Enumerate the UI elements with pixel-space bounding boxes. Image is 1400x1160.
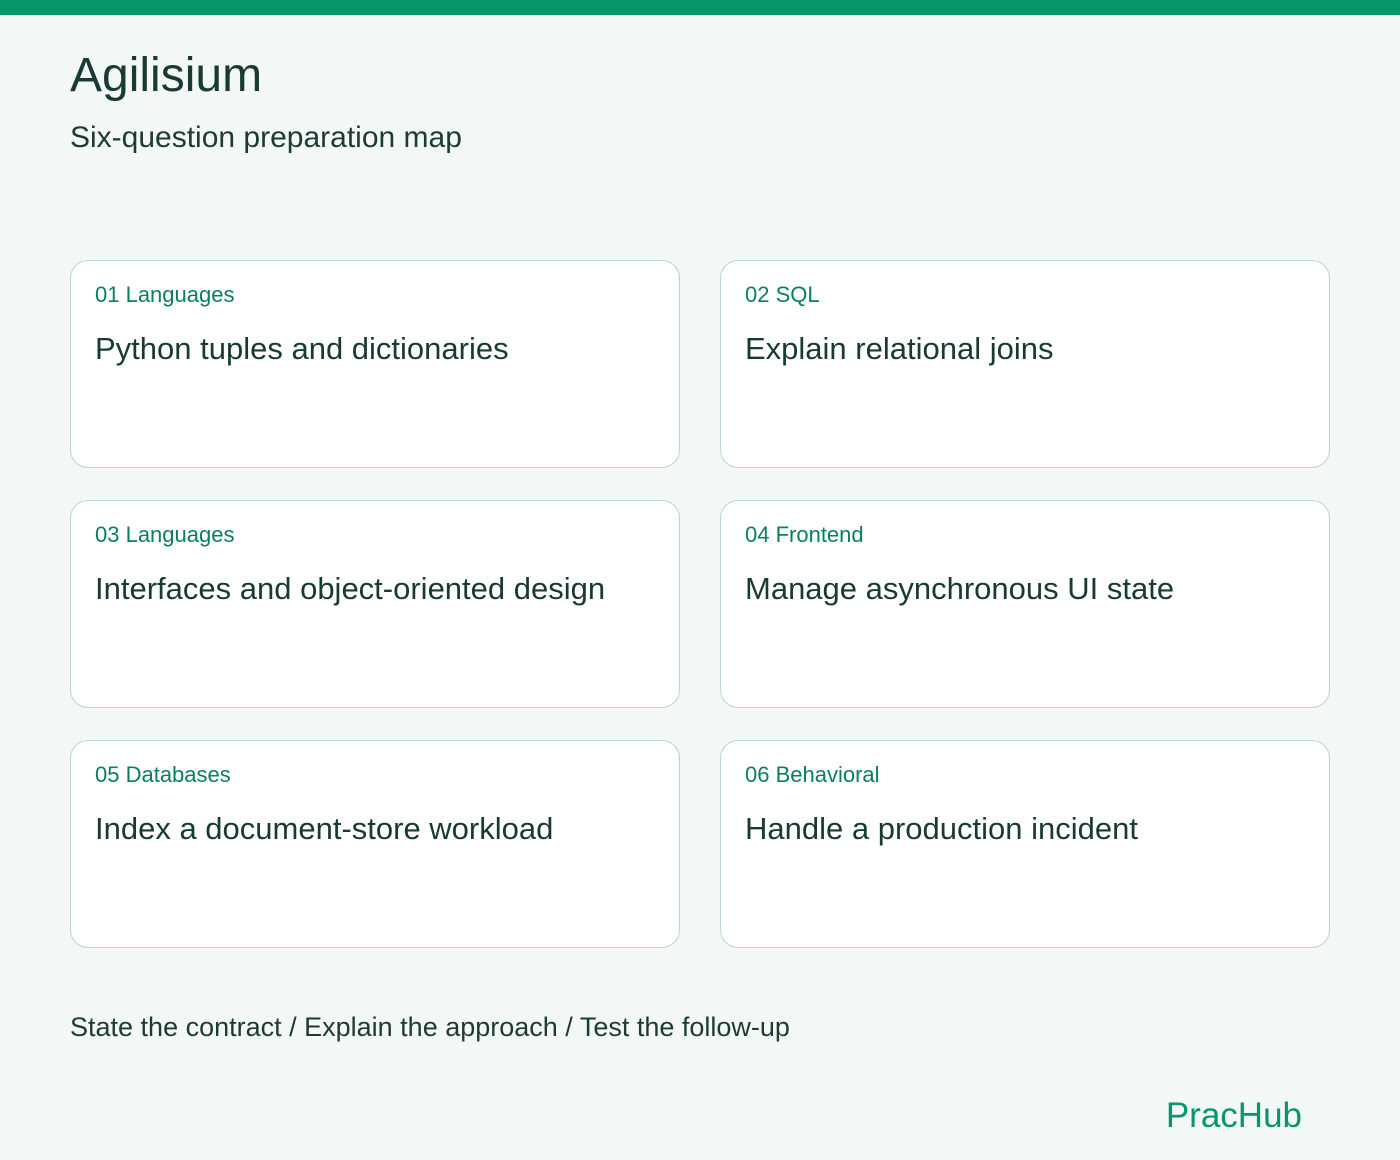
question-category-label: 04 Frontend [745,522,864,547]
question-card[interactable]: 02 SQL Explain relational joins [720,260,1330,468]
question-title: Manage asynchronous UI state [745,571,1175,606]
page-subtitle: Six-question preparation map [70,121,462,154]
question-title: Interfaces and object-oriented design [95,571,606,606]
question-card[interactable]: 01 Languages Python tuples and dictionar… [70,260,680,468]
question-card[interactable]: 04 Frontend Manage asynchronous UI state [720,500,1330,708]
question-title: Explain relational joins [745,331,1054,366]
question-card[interactable]: 06 Behavioral Handle a production incide… [720,740,1330,948]
page-title: Agilisium [70,49,263,102]
question-category-label: 01 Languages [95,282,235,307]
question-title: Python tuples and dictionaries [95,331,509,366]
preparation-steps: State the contract / Explain the approac… [70,1012,790,1042]
brand-logo: PracHub [1165,1096,1302,1135]
question-card[interactable]: 05 Databases Index a document-store work… [70,740,680,948]
top-accent-bar [0,0,1400,15]
question-category-label: 02 SQL [745,282,820,307]
question-title: Handle a production incident [745,811,1138,846]
question-category-label: 06 Behavioral [745,762,880,787]
question-title: Index a document-store workload [95,811,554,846]
question-card-grid: 01 Languages Python tuples and dictionar… [70,260,1330,948]
question-card[interactable]: 03 Languages Interfaces and object-orien… [70,500,680,708]
question-category-label: 05 Databases [95,762,231,787]
question-category-label: 03 Languages [95,522,235,547]
